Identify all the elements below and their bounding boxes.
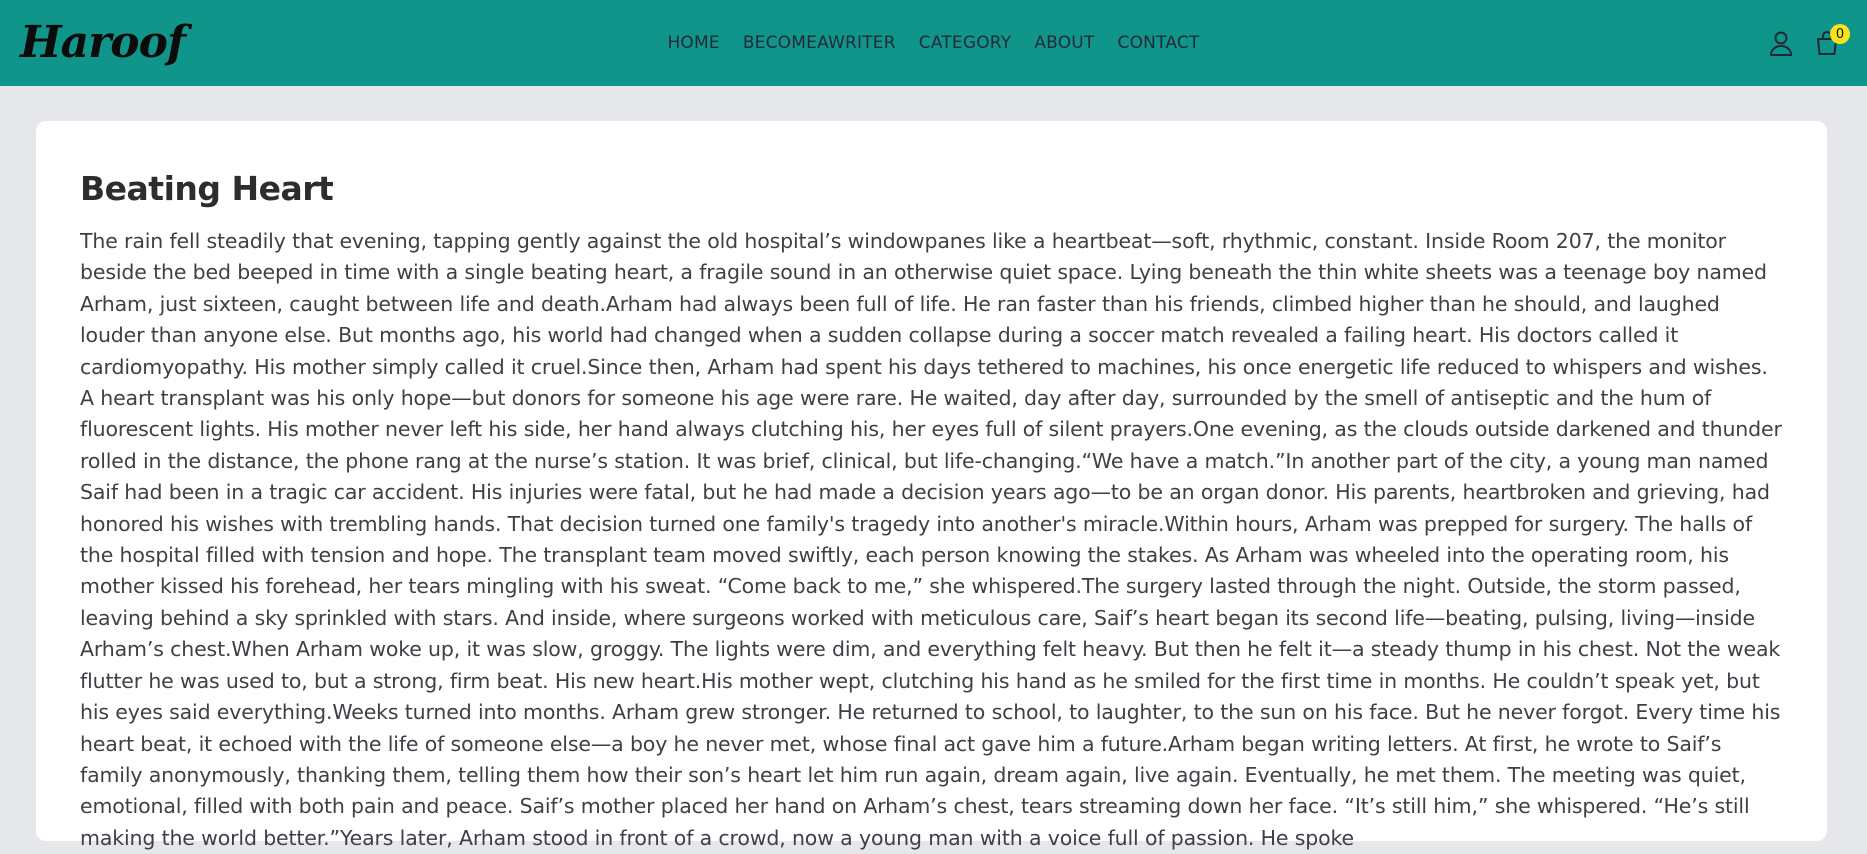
top-navbar: Haroof HOME BECOMEAWRITER CATEGORY ABOUT… (0, 0, 1867, 86)
story-body: The rain fell steadily that evening, tap… (80, 229, 1782, 850)
nav-about[interactable]: ABOUT (1034, 33, 1094, 53)
story-card: Beating Heart The rain fell steadily tha… (36, 121, 1827, 850)
site-logo[interactable]: Haroof (20, 21, 186, 65)
nav-home[interactable]: HOME (667, 33, 719, 53)
header-actions: 0 (1767, 24, 1850, 57)
main-nav: HOME BECOMEAWRITER CATEGORY ABOUT CONTAC… (667, 0, 1199, 86)
story-title: Beating Heart (80, 169, 334, 208)
nav-become-a-writer[interactable]: BECOMEAWRITER (743, 33, 896, 53)
user-icon[interactable] (1767, 29, 1795, 57)
cart-icon[interactable]: 0 (1813, 24, 1850, 57)
nav-contact[interactable]: CONTACT (1118, 33, 1200, 53)
cart-count-badge: 0 (1830, 24, 1850, 44)
nav-category[interactable]: CATEGORY (919, 33, 1012, 53)
